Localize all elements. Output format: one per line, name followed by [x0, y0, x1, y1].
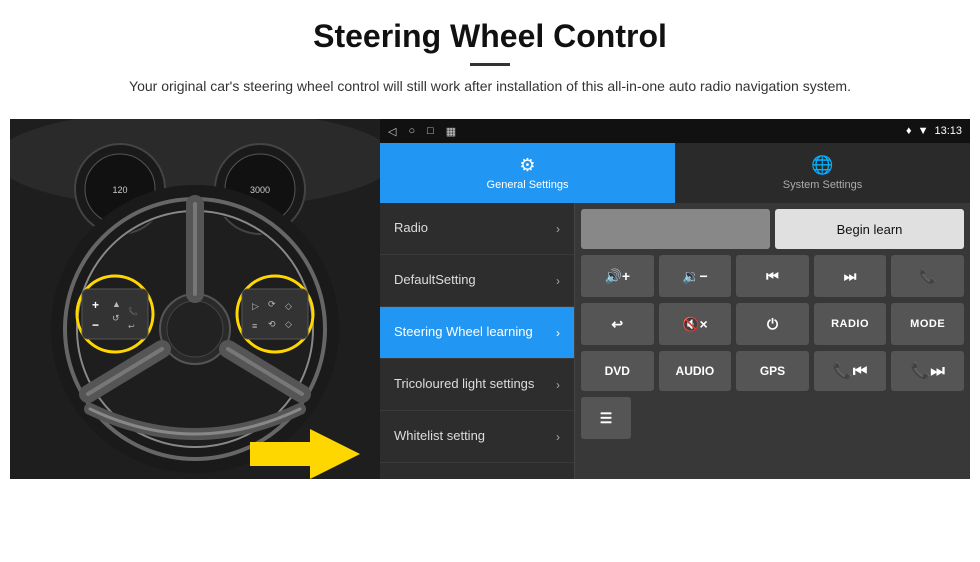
dvd-button[interactable]: DVD: [581, 351, 654, 391]
controls-area: Begin learn 🔊+ 🔉− ⏮ ⏭ 📞 ↩ 🔇× ⏻: [575, 203, 970, 479]
general-settings-icon: ⚙: [519, 155, 535, 176]
next-track-button[interactable]: ⏭: [814, 255, 887, 297]
steering-wheel-svg: 120 3000: [10, 119, 380, 479]
controls-row-1: 🔊+ 🔉− ⏮ ⏭ 📞: [581, 255, 964, 297]
svg-text:📞: 📞: [128, 306, 138, 316]
svg-text:↺: ↺: [112, 313, 120, 323]
page-wrapper: Steering Wheel Control Your original car…: [0, 0, 980, 562]
svg-text:▲: ▲: [112, 299, 121, 309]
svg-text:−: −: [92, 318, 99, 332]
menu-icon: ▦: [446, 125, 456, 138]
signal-icon: ▼: [918, 125, 929, 137]
begin-learn-button[interactable]: Begin learn: [775, 209, 964, 249]
menu-default-label: DefaultSetting: [394, 272, 556, 289]
menu-list: Radio › DefaultSetting › Steering Wheel …: [380, 203, 575, 479]
tab-general-label: General Settings: [487, 179, 569, 191]
home-icon: ○: [408, 125, 415, 138]
menu-steering-label: Steering Wheel learning: [394, 324, 556, 341]
svg-text:◇: ◇: [285, 301, 292, 311]
svg-text:↩: ↩: [128, 322, 135, 331]
back-icon: ◁: [388, 125, 396, 138]
time-display: 13:13: [934, 125, 962, 137]
content-area: 120 3000: [10, 119, 970, 479]
controls-row-3: DVD AUDIO GPS 📞⏮ 📞⏭: [581, 351, 964, 391]
menu-item-steering[interactable]: Steering Wheel learning ›: [380, 307, 574, 359]
main-content: Radio › DefaultSetting › Steering Wheel …: [380, 203, 970, 479]
status-right: ♦ ▼ 13:13: [906, 125, 962, 137]
tab-bar: ⚙ General Settings 🌐 System Settings: [380, 143, 970, 203]
svg-text:3000: 3000: [250, 185, 270, 195]
tab-general[interactable]: ⚙ General Settings: [380, 143, 675, 203]
svg-text:+: +: [92, 298, 99, 312]
android-panel: ◁ ○ □ ▦ ♦ ▼ 13:13 ⚙ General Settings: [380, 119, 970, 479]
mode-button[interactable]: MODE: [891, 303, 964, 345]
menu-whitelist-label: Whitelist setting: [394, 428, 556, 445]
mute-button[interactable]: 🔇×: [659, 303, 732, 345]
menu-radio-arrow: ›: [556, 222, 560, 236]
header-section: Steering Wheel Control Your original car…: [0, 0, 980, 105]
learn-input-blank: [581, 209, 770, 249]
svg-text:⟳: ⟳: [268, 299, 276, 309]
menu-whitelist-arrow: ›: [556, 430, 560, 444]
title-divider: [470, 63, 510, 66]
audio-button[interactable]: AUDIO: [659, 351, 732, 391]
controls-row-2: ↩ 🔇× ⏻ RADIO MODE: [581, 303, 964, 345]
vol-up-button[interactable]: 🔊+: [581, 255, 654, 297]
menu-item-whitelist[interactable]: Whitelist setting ›: [380, 411, 574, 463]
menu-item-tricoloured[interactable]: Tricoloured light settings ›: [380, 359, 574, 411]
steering-wheel-image: 120 3000: [10, 119, 380, 479]
tab-system[interactable]: 🌐 System Settings: [675, 143, 970, 203]
svg-text:◇: ◇: [285, 319, 292, 329]
phone-button[interactable]: 📞: [891, 255, 964, 297]
controls-row-4: ☰: [581, 397, 964, 439]
hang-up-button[interactable]: ↩: [581, 303, 654, 345]
svg-text:⟲: ⟲: [268, 319, 276, 329]
svg-text:120: 120: [112, 185, 127, 195]
svg-text:≡: ≡: [252, 321, 257, 331]
vol-down-button[interactable]: 🔉−: [659, 255, 732, 297]
svg-text:▷: ▷: [252, 301, 259, 311]
list-icon-button[interactable]: ☰: [581, 397, 631, 439]
menu-item-default[interactable]: DefaultSetting ›: [380, 255, 574, 307]
location-icon: ♦: [906, 125, 912, 137]
tab-system-label: System Settings: [783, 179, 862, 191]
tel-next-button[interactable]: 📞⏭: [891, 351, 964, 391]
begin-learn-row: Begin learn: [581, 209, 964, 249]
system-settings-icon: 🌐: [811, 155, 833, 176]
menu-item-radio[interactable]: Radio ›: [380, 203, 574, 255]
prev-track-button[interactable]: ⏮: [736, 255, 809, 297]
status-bar: ◁ ○ □ ▦ ♦ ▼ 13:13: [380, 119, 970, 143]
menu-tricoloured-arrow: ›: [556, 378, 560, 392]
recents-icon: □: [427, 125, 434, 138]
menu-steering-arrow: ›: [556, 326, 560, 340]
status-icons: ◁ ○ □ ▦: [388, 125, 456, 138]
menu-tricoloured-label: Tricoloured light settings: [394, 376, 556, 393]
radio-button[interactable]: RADIO: [814, 303, 887, 345]
power-button[interactable]: ⏻: [736, 303, 809, 345]
gps-button[interactable]: GPS: [736, 351, 809, 391]
subtitle: Your original car's steering wheel contr…: [100, 76, 880, 97]
menu-radio-label: Radio: [394, 220, 556, 237]
menu-default-arrow: ›: [556, 274, 560, 288]
tel-prev-button[interactable]: 📞⏮: [814, 351, 887, 391]
page-title: Steering Wheel Control: [60, 18, 920, 55]
